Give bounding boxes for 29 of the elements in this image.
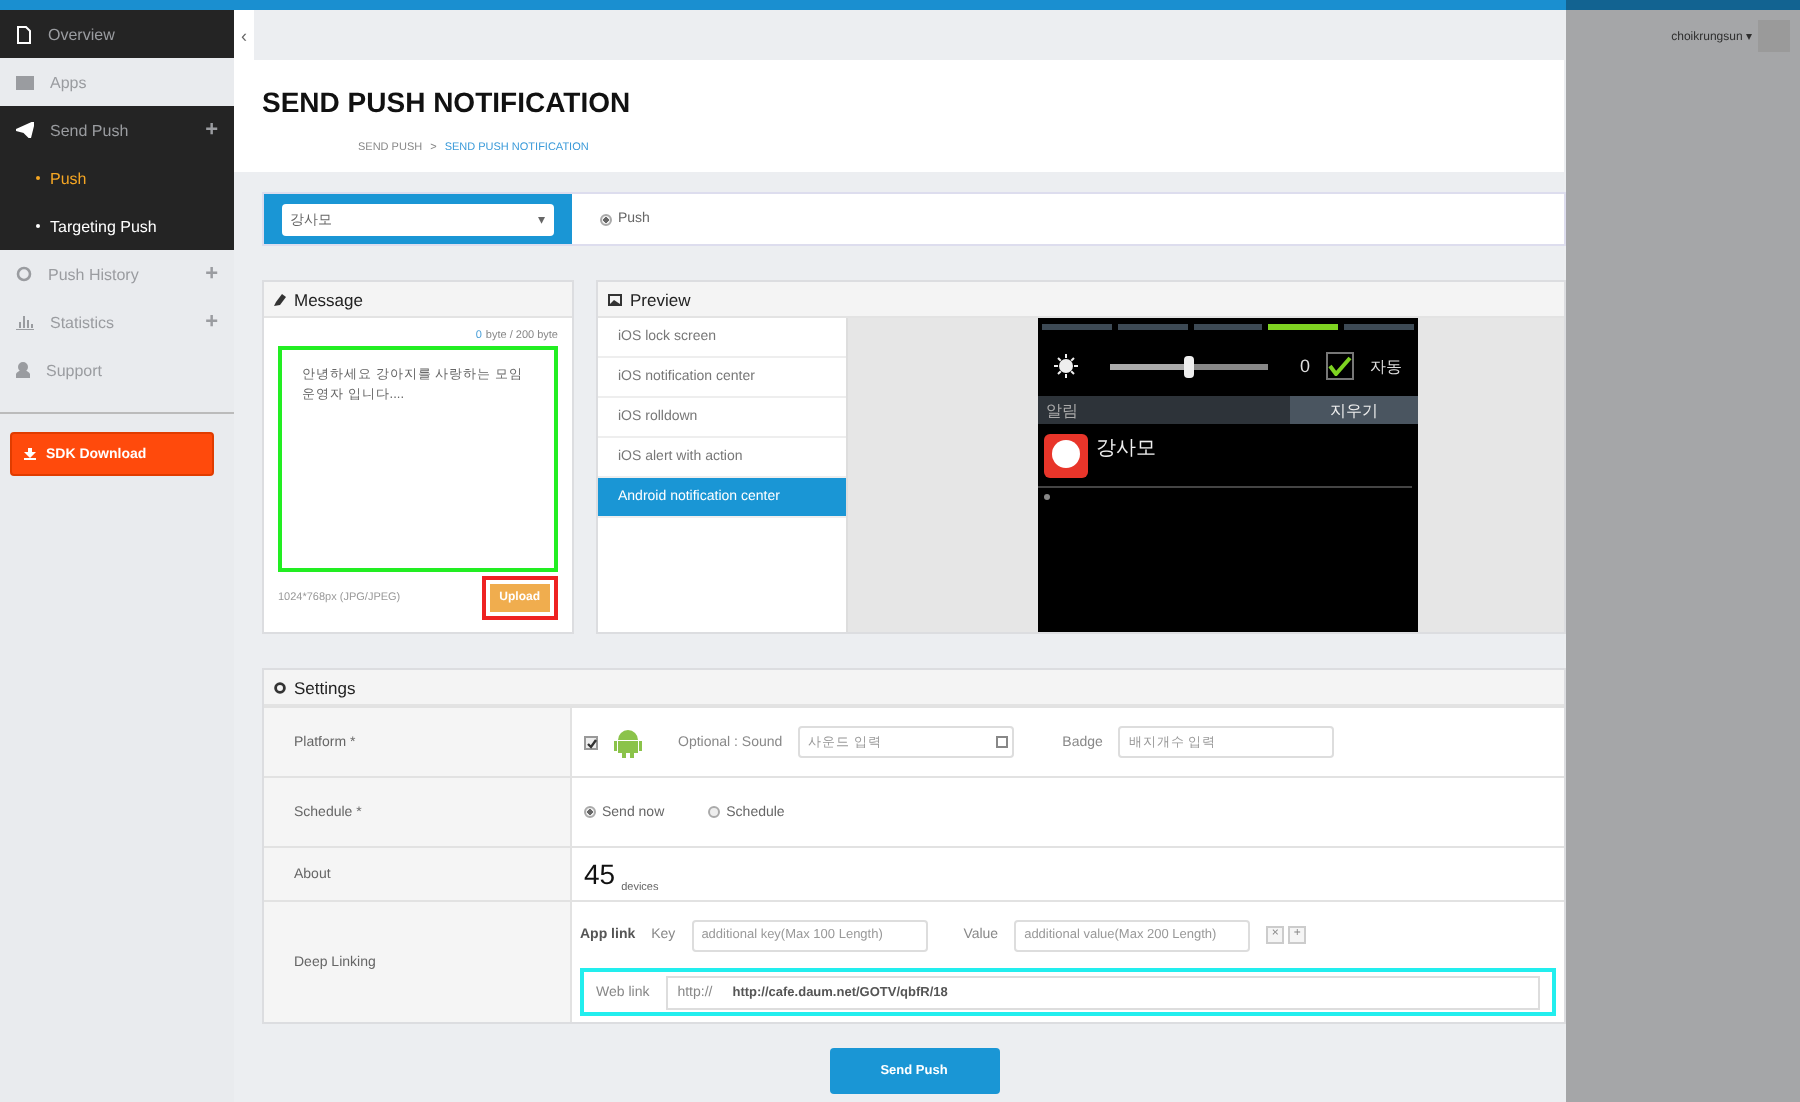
clear-button[interactable]: 지우기 — [1290, 396, 1418, 424]
collapse-toggle[interactable]: ‹ — [234, 10, 254, 60]
notification-header: 알림 — [1044, 399, 1080, 421]
indicator-dot — [1044, 494, 1050, 500]
auto-checkbox[interactable] — [1326, 352, 1354, 380]
notification-title: 강사모 — [1096, 436, 1156, 464]
brightness-value: 0 — [1299, 356, 1310, 376]
pencil-icon — [274, 293, 286, 305]
sidebar-item[interactable]: Send Push + — [0, 106, 234, 154]
card-title: Preview — [630, 289, 691, 309]
brightness-icon — [1054, 354, 1078, 378]
sidebar-subitem[interactable]: Targeting Push — [0, 202, 234, 250]
document-icon — [16, 25, 32, 43]
device-count: 45 — [584, 858, 616, 890]
user-icon — [16, 362, 30, 378]
page-title: SEND PUSH NOTIFICATION — [262, 86, 633, 118]
bar-chart-icon — [16, 314, 34, 330]
paper-plane-icon — [16, 122, 34, 138]
app-icon — [1044, 434, 1088, 478]
card-title: Message — [294, 289, 363, 309]
android-icon — [614, 727, 642, 757]
card-title: Settings — [294, 677, 356, 697]
sidebar-subitem[interactable]: Push — [0, 154, 234, 202]
download-icon — [24, 448, 36, 460]
image-icon — [608, 293, 622, 305]
sidebar-item[interactable]: Overview — [0, 10, 234, 58]
auto-label: 자동 — [1370, 355, 1402, 377]
android-checkbox[interactable] — [584, 735, 598, 749]
expand-toggle[interactable]: + — [205, 118, 218, 142]
